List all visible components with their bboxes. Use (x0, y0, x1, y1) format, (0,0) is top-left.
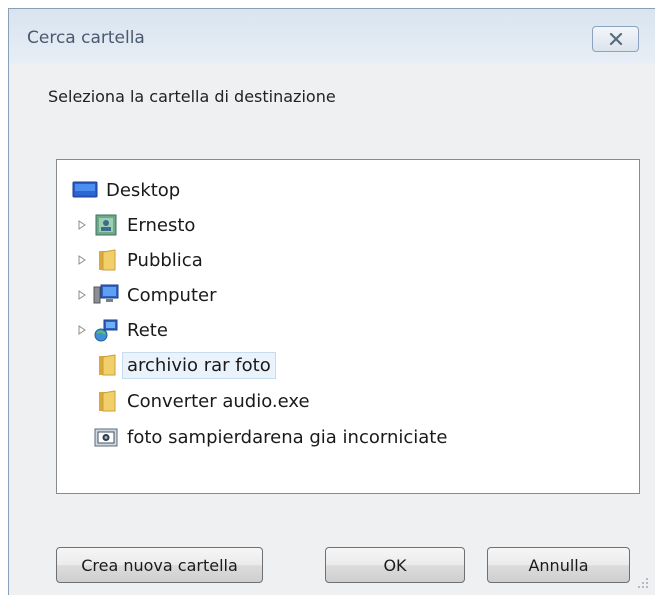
dialog-instruction: Seleziona la cartella di destinazione (48, 87, 336, 106)
ok-button[interactable]: OK (325, 547, 465, 583)
dialog-title: Cerca cartella (27, 28, 145, 48)
tree-item-label: Computer (127, 284, 217, 306)
new-folder-button[interactable]: Crea nuova cartella (56, 547, 263, 583)
tree-item-label: Desktop (106, 179, 181, 201)
browse-folder-dialog: Cerca cartella Seleziona la cartella di … (8, 8, 655, 595)
tree-item-converter-audio[interactable]: Converter audio.exe (93, 385, 310, 417)
folder-tree[interactable]: Desktop Ernesto Pubblica Computer Rete a… (56, 159, 640, 494)
tree-item-label: Pubblica (127, 249, 203, 271)
tree-item-desktop[interactable]: Desktop (72, 174, 180, 206)
image-folder-icon (94, 428, 118, 447)
tree-item-rete[interactable]: Rete (77, 314, 168, 346)
folder-icon (99, 390, 116, 412)
folder-icon (99, 354, 116, 376)
folder-icon (99, 249, 116, 271)
computer-icon (93, 284, 119, 304)
close-button[interactable] (592, 26, 639, 52)
close-icon (609, 33, 622, 45)
tree-item-label: foto sampierdarena gia incorniciate (127, 426, 448, 448)
tree-item-ernesto[interactable]: Ernesto (77, 209, 195, 241)
tree-item-label: Ernesto (127, 214, 196, 236)
expand-arrow-icon[interactable] (77, 289, 87, 301)
expand-arrow-icon[interactable] (77, 219, 87, 231)
tree-item-pubblica[interactable]: Pubblica (77, 244, 203, 276)
tree-item-label: Rete (127, 319, 168, 341)
expand-arrow-icon[interactable] (77, 324, 87, 336)
user-folder-icon (95, 214, 117, 236)
expand-arrow-icon[interactable] (77, 254, 87, 266)
tree-item-computer[interactable]: Computer (77, 279, 216, 311)
tree-item-label: archivio rar foto (122, 351, 276, 379)
network-icon (94, 319, 118, 342)
desktop-icon (72, 181, 98, 198)
tree-item-label: Converter audio.exe (127, 390, 310, 412)
tree-item-foto-sampierdarena[interactable]: foto sampierdarena gia incorniciate (93, 421, 447, 453)
resize-grip-icon[interactable] (637, 577, 649, 589)
cancel-button[interactable]: Annulla (487, 547, 630, 583)
tree-item-archivio-rar-foto[interactable]: archivio rar foto (93, 349, 276, 381)
